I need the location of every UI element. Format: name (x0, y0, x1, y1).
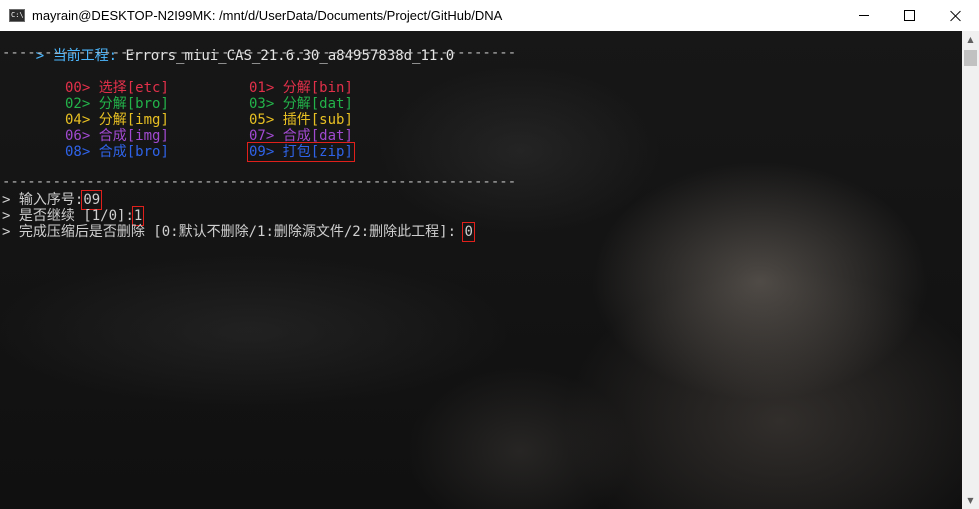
menu-item-07: 07> 合成[dat] (249, 128, 353, 144)
menu-item-08: 08> 合成[bro] (65, 144, 169, 160)
vertical-scrollbar[interactable]: ▲ ▼ (962, 31, 979, 509)
title-bar[interactable]: C:\ mayrain@DESKTOP-N2I99MK: /mnt/d/User… (0, 0, 979, 31)
maximize-icon (903, 10, 915, 21)
close-icon (950, 10, 962, 22)
input-label: 完成压缩后是否删除 [0:默认不删除/1:删除源文件/2:删除此工程]: (18, 224, 457, 240)
input-value: 1 (131, 206, 145, 226)
scroll-up-icon[interactable]: ▲ (962, 31, 979, 48)
scroll-down-icon[interactable]: ▼ (962, 492, 979, 509)
prompt-symbol: > (2, 192, 11, 208)
prompt-symbol: > (2, 224, 11, 240)
prompt-symbol: > (2, 208, 11, 224)
console-app-icon: C:\ (9, 9, 25, 22)
input-line-delete: > 完成压缩后是否删除 [0:默认不删除/1:删除源文件/2:删除此工程]: 0 (2, 222, 476, 242)
menu-item-09: 09> 打包[zip] (247, 142, 355, 162)
separator-top: ----------------------------------------… (2, 45, 517, 61)
menu-item-02: 02> 分解[bro] (65, 96, 169, 112)
input-label: 是否继续 [1/0]: (18, 208, 134, 224)
menu-item-04: 04> 分解[img] (65, 112, 169, 128)
menu-item-01: 01> 分解[bin] (249, 80, 353, 96)
maximize-button[interactable] (886, 0, 932, 31)
minimize-button[interactable] (841, 0, 887, 31)
terminal-output[interactable]: > 当前工程: Errors_miui_CAS_21.6.30_a8495783… (0, 31, 962, 509)
separator-bottom: ----------------------------------------… (2, 174, 517, 190)
menu-item-00: 00> 选择[etc] (65, 80, 169, 96)
input-value: 09 (81, 190, 103, 210)
menu-item-06: 06> 合成[img] (65, 128, 169, 144)
input-label: 输入序号: (18, 192, 84, 208)
menu-item-03: 03> 分解[dat] (249, 96, 353, 112)
menu-item-05: 05> 插件[sub] (249, 112, 353, 128)
scrollbar-thumb[interactable] (964, 50, 977, 66)
close-button[interactable] (933, 0, 979, 31)
input-value: 0 (462, 222, 476, 242)
minimize-icon (859, 15, 869, 16)
input-line-continue: > 是否继续 [1/0]:1 (2, 206, 145, 226)
input-line-number: > 输入序号:09 (2, 190, 103, 210)
window-title: mayrain@DESKTOP-N2I99MK: /mnt/d/UserData… (32, 8, 503, 23)
